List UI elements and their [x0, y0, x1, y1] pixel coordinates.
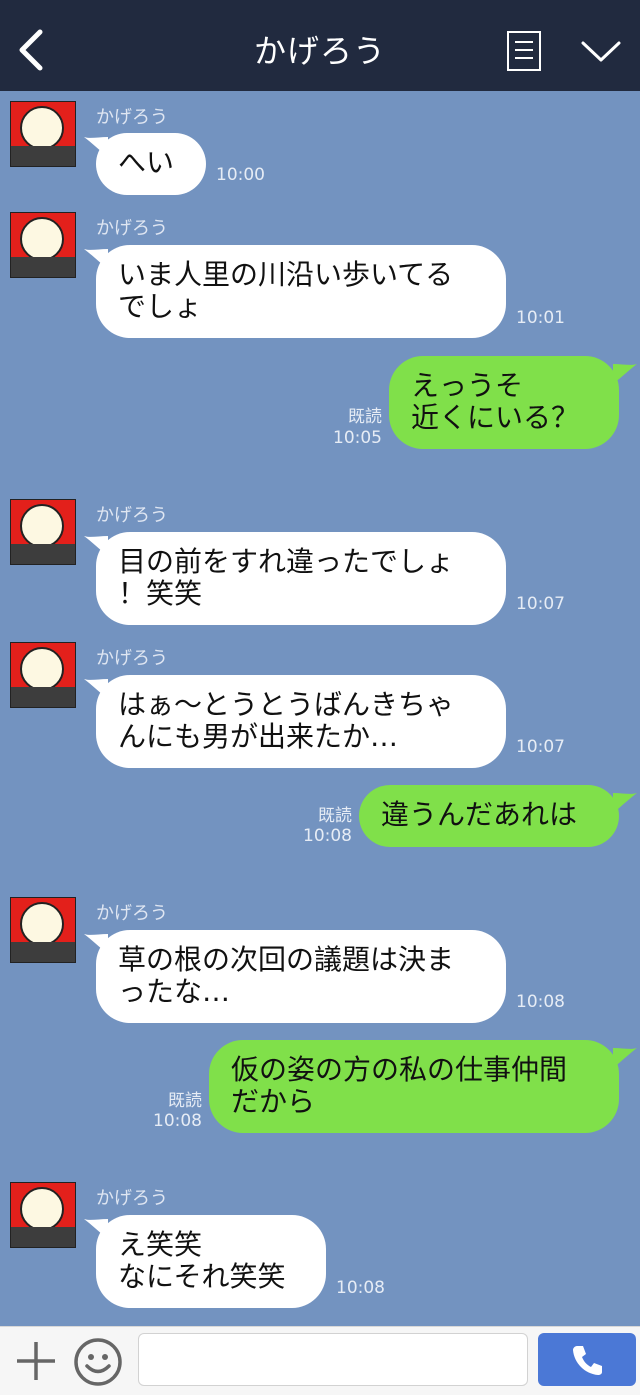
message-time: 10:00 — [216, 165, 265, 185]
message-bubble[interactable]: え笑笑 なにそれ笑笑 — [96, 1215, 326, 1308]
read-receipt: 既読 — [168, 1091, 202, 1111]
message-bubble[interactable]: いま人里の川沿い歩いてる でしょ — [96, 245, 506, 338]
message-line: えっうそ — [411, 369, 524, 402]
message-time: 10:07 — [516, 594, 565, 614]
message-time: 10:08 — [336, 1278, 385, 1298]
message-bubble[interactable]: 仮の姿の方の私の仕事仲間 だから — [209, 1040, 619, 1133]
avatar[interactable] — [10, 101, 76, 167]
avatar[interactable] — [10, 1182, 76, 1248]
chevron-down-icon[interactable] — [580, 36, 622, 66]
message-line: でしょ — [118, 290, 203, 323]
bubble-tail — [613, 364, 637, 384]
sender-name: かげろう — [96, 107, 168, 128]
message-bubble[interactable]: 違うんだあれは — [359, 785, 619, 847]
list-icon[interactable] — [507, 31, 541, 71]
message-time: 10:07 — [516, 737, 565, 757]
message-line: 仮の姿の方の私の仕事仲間 — [231, 1053, 568, 1086]
message-line: んにも男が出来たか… — [118, 720, 399, 753]
avatar[interactable] — [10, 642, 76, 708]
bubble-tail — [613, 1048, 637, 1068]
message-time: 10:05 — [333, 428, 382, 448]
avatar[interactable] — [10, 897, 76, 963]
sender-name: かげろう — [96, 1188, 168, 1209]
message-line: はぁ〜とうとうばんきちゃ — [118, 688, 455, 721]
sender-name: かげろう — [96, 648, 168, 669]
avatar[interactable] — [10, 499, 76, 565]
message-line: ！笑笑 — [118, 577, 203, 610]
chat-header: かげろう — [0, 0, 640, 91]
input-bar — [0, 1326, 640, 1395]
read-receipt: 既読 — [348, 407, 382, 427]
message-line: 目の前をすれ違ったでしょ — [118, 545, 455, 578]
message-line: いま人里の川沿い歩いてる — [118, 258, 454, 291]
message-line: え笑笑 — [118, 1228, 203, 1261]
message-bubble[interactable]: はぁ〜とうとうばんきちゃ んにも男が出来たか… — [96, 675, 506, 768]
message-line: ったな… — [118, 975, 231, 1008]
message-line: 近くにいる？ — [411, 401, 580, 434]
bubble-tail — [613, 793, 637, 813]
chat-title: かげろう — [253, 32, 386, 70]
message-bubble[interactable]: へい — [96, 133, 206, 195]
message-list[interactable]: かげろう へい 10:00 かげろう いま人里の川沿い歩いてる でしょ 10:0… — [0, 91, 640, 1326]
message-line: 違うんだあれは — [381, 798, 578, 831]
message-time: 10:08 — [303, 826, 352, 846]
sender-name: かげろう — [96, 903, 168, 924]
sender-name: かげろう — [96, 505, 168, 526]
message-line: 草の根の次回の議題は決ま — [118, 943, 455, 976]
message-time: 10:01 — [516, 308, 565, 328]
avatar[interactable] — [10, 212, 76, 278]
message-input[interactable] — [138, 1333, 528, 1386]
read-receipt: 既読 — [318, 806, 352, 826]
smiley-icon[interactable] — [73, 1337, 123, 1387]
plus-icon[interactable] — [14, 1339, 58, 1383]
message-line: なにそれ笑笑 — [118, 1260, 286, 1293]
message-bubble[interactable]: 草の根の次回の議題は決ま ったな… — [96, 930, 506, 1023]
call-button[interactable] — [538, 1333, 636, 1386]
message-line: へい — [118, 146, 175, 179]
phone-icon — [573, 1346, 602, 1375]
message-time: 10:08 — [516, 992, 565, 1012]
message-bubble[interactable]: 目の前をすれ違ったでしょ ！笑笑 — [96, 532, 506, 625]
message-time: 10:08 — [153, 1111, 202, 1131]
sender-name: かげろう — [96, 218, 168, 239]
message-line: だから — [231, 1085, 316, 1118]
message-bubble[interactable]: えっうそ 近くにいる？ — [389, 356, 619, 449]
